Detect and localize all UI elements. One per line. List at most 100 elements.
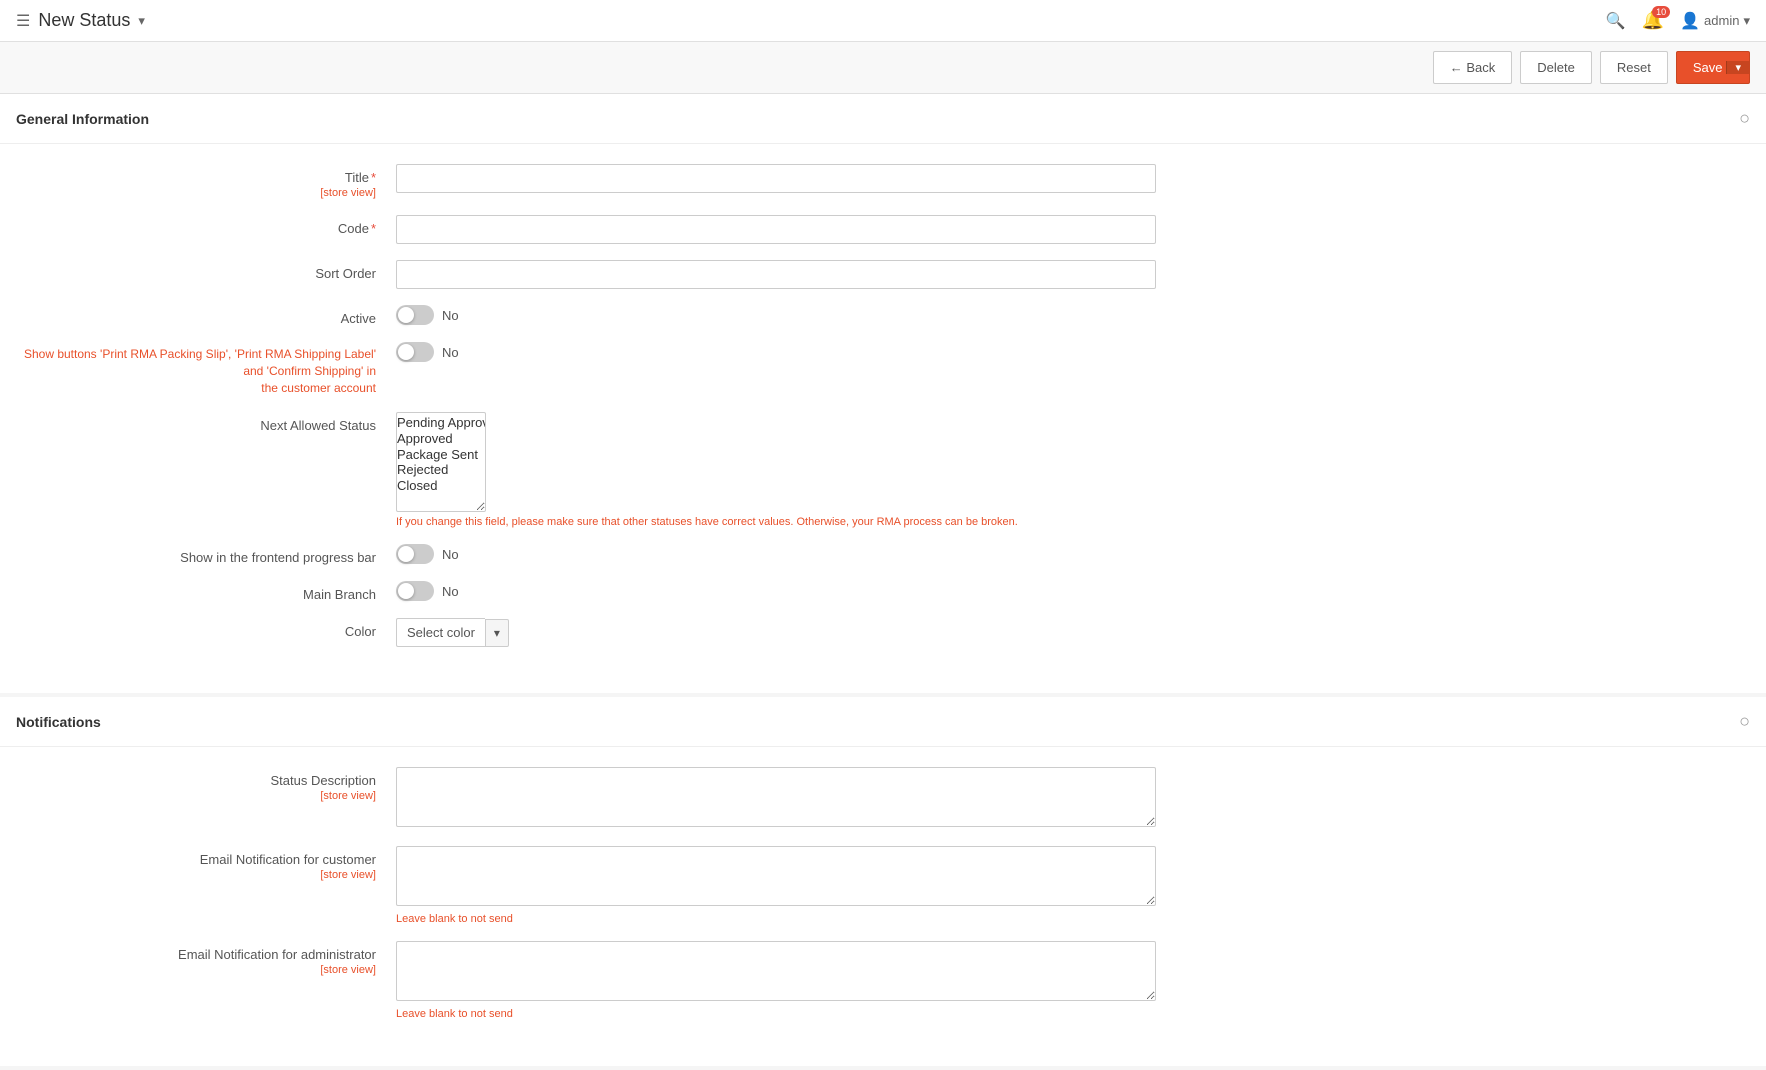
main-branch-toggle-label: No: [442, 584, 459, 599]
show-buttons-toggle-track: [396, 342, 434, 362]
frontend-progress-toggle-thumb: [398, 546, 414, 562]
status-description-textarea[interactable]: [396, 767, 1156, 827]
reset-button[interactable]: Reset: [1600, 51, 1668, 84]
email-admin-field-row: Email Notification for administrator [st…: [0, 941, 1766, 1020]
next-allowed-status-field-row: Next Allowed Status Pending Approval App…: [0, 412, 1766, 528]
color-select-dropdown-button[interactable]: ▾: [485, 619, 509, 647]
active-toggle-track: [396, 305, 434, 325]
header-right: 🔍 🔔 10 👤 admin ▾: [1606, 10, 1750, 31]
user-dropdown-arrow: ▾: [1743, 13, 1750, 29]
color-field-wrap: Select color ▾: [396, 618, 1156, 647]
active-toggle-thumb: [398, 307, 414, 323]
sort-order-field-row: Sort Order: [0, 260, 1766, 289]
page-title: New Status: [38, 10, 130, 31]
user-icon: 👤: [1680, 11, 1700, 31]
show-buttons-toggle-wrap: No: [396, 342, 1156, 362]
next-allowed-status-listbox[interactable]: Pending Approval Approved Package Sent R…: [396, 412, 486, 512]
email-admin-sublabel: [store view]: [16, 964, 376, 976]
main-content: General Information ○ Title* [store view…: [0, 94, 1766, 1066]
sort-order-input[interactable]: [396, 260, 1156, 289]
general-section-header[interactable]: General Information ○: [0, 94, 1766, 144]
email-customer-field-row: Email Notification for customer [store v…: [0, 846, 1766, 925]
notifications-section: Notifications ○ Status Description [stor…: [0, 697, 1766, 1066]
general-section-title: General Information: [16, 111, 149, 127]
general-section-toggle-icon: ○: [1739, 108, 1750, 129]
active-field-wrap: No: [396, 305, 1156, 325]
notifications-section-body: Status Description [store view] Email No…: [0, 747, 1766, 1066]
main-branch-toggle-wrap: No: [396, 581, 1156, 601]
user-name: admin: [1704, 13, 1739, 28]
frontend-progress-toggle[interactable]: [396, 544, 434, 564]
code-input[interactable]: [396, 215, 1156, 244]
active-field-row: Active No: [0, 305, 1766, 326]
frontend-progress-label: Show in the frontend progress bar: [16, 544, 396, 565]
code-field-wrap: [396, 215, 1156, 244]
save-button-group: Save ▾: [1676, 51, 1750, 84]
save-button[interactable]: Save: [1693, 60, 1727, 75]
listbox-item-approved[interactable]: Approved: [397, 431, 485, 447]
notification-count: 10: [1652, 6, 1670, 18]
next-allowed-hint: If you change this field, please make su…: [396, 516, 1156, 528]
show-buttons-toggle-label: No: [442, 345, 459, 360]
title-field-row: Title* [store view]: [0, 164, 1766, 199]
listbox-item-closed[interactable]: Closed: [397, 478, 485, 494]
back-button[interactable]: ← Back: [1433, 51, 1513, 84]
listbox-item-rejected[interactable]: Rejected: [397, 462, 485, 478]
title-dropdown-arrow[interactable]: ▾: [138, 13, 145, 29]
title-input[interactable]: [396, 164, 1156, 193]
email-admin-hint: Leave blank to not send: [396, 1008, 1156, 1020]
notifications-section-toggle-icon: ○: [1739, 711, 1750, 732]
main-branch-toggle[interactable]: [396, 581, 434, 601]
next-allowed-status-field-wrap: Pending Approval Approved Package Sent R…: [396, 412, 1156, 528]
code-field-row: Code*: [0, 215, 1766, 244]
notifications-section-header[interactable]: Notifications ○: [0, 697, 1766, 747]
frontend-progress-toggle-wrap: No: [396, 544, 1156, 564]
color-select-button[interactable]: Select color: [396, 618, 485, 647]
email-customer-sublabel: [store view]: [16, 869, 376, 881]
title-sublabel: [store view]: [16, 187, 376, 199]
frontend-progress-toggle-label: No: [442, 547, 459, 562]
sort-order-label: Sort Order: [16, 260, 396, 281]
email-customer-textarea[interactable]: [396, 846, 1156, 906]
email-customer-label: Email Notification for customer [store v…: [16, 846, 396, 881]
frontend-progress-toggle-track: [396, 544, 434, 564]
main-branch-field-wrap: No: [396, 581, 1156, 601]
save-dropdown-button[interactable]: ▾: [1726, 61, 1749, 74]
main-branch-label: Main Branch: [16, 581, 396, 602]
color-select-wrap: Select color ▾: [396, 618, 1156, 647]
color-field-row: Color Select color ▾: [0, 618, 1766, 647]
code-required-marker: *: [371, 221, 376, 236]
main-branch-toggle-track: [396, 581, 434, 601]
code-label: Code*: [16, 215, 396, 236]
color-label: Color: [16, 618, 396, 639]
status-description-field-wrap: [396, 767, 1156, 830]
title-required-marker: *: [371, 170, 376, 185]
show-buttons-toggle-thumb: [398, 344, 414, 360]
general-section-body: Title* [store view] Code* Sort O: [0, 144, 1766, 693]
hamburger-icon[interactable]: ☰: [16, 11, 30, 31]
email-customer-field-wrap: Leave blank to not send: [396, 846, 1156, 925]
active-toggle-label: No: [442, 308, 459, 323]
show-buttons-field-wrap: No: [396, 342, 1156, 362]
notification-bell[interactable]: 🔔 10: [1642, 10, 1664, 31]
main-header: ☰ New Status ▾ 🔍 🔔 10 👤 admin ▾: [0, 0, 1766, 42]
active-toggle[interactable]: [396, 305, 434, 325]
email-customer-hint: Leave blank to not send: [396, 913, 1156, 925]
frontend-progress-field-row: Show in the frontend progress bar No: [0, 544, 1766, 565]
title-field-wrap: [396, 164, 1156, 193]
status-description-sublabel: [store view]: [16, 790, 376, 802]
next-allowed-status-label: Next Allowed Status: [16, 412, 396, 433]
delete-button[interactable]: Delete: [1520, 51, 1592, 84]
listbox-item-package-sent[interactable]: Package Sent: [397, 447, 485, 463]
frontend-progress-field-wrap: No: [396, 544, 1156, 564]
active-toggle-wrap: No: [396, 305, 1156, 325]
title-label: Title* [store view]: [16, 164, 396, 199]
main-branch-field-row: Main Branch No: [0, 581, 1766, 602]
show-buttons-field-row: Show buttons 'Print RMA Packing Slip', '…: [0, 342, 1766, 396]
main-branch-toggle-thumb: [398, 583, 414, 599]
search-icon[interactable]: 🔍: [1606, 11, 1626, 31]
show-buttons-toggle[interactable]: [396, 342, 434, 362]
email-admin-textarea[interactable]: [396, 941, 1156, 1001]
user-menu[interactable]: 👤 admin ▾: [1680, 11, 1750, 31]
listbox-item-pending-approval[interactable]: Pending Approval: [397, 415, 485, 431]
